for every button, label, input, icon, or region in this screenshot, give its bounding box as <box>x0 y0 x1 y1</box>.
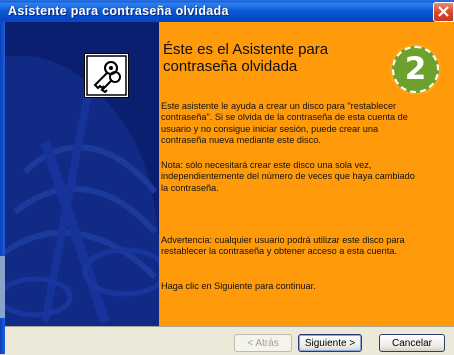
title-bar[interactable]: Asistente para contraseña olvidada <box>0 0 454 23</box>
back-button[interactable]: < Atrás <box>234 334 292 352</box>
step-badge: 2 <box>392 46 439 93</box>
continue-text: Haga clic en Siguiente para continuar. <box>161 281 316 291</box>
wizard-side-panel <box>5 22 159 326</box>
wizard-window: Asistente para contraseña olvidada Éste … <box>0 0 454 355</box>
window-title: Asistente para contraseña olvidada <box>8 4 229 18</box>
close-button[interactable] <box>433 2 454 22</box>
wizard-button-bar: < Atrás Siguiente > Cancelar <box>5 326 454 355</box>
close-icon <box>438 6 449 17</box>
next-button[interactable]: Siguiente > <box>298 334 362 352</box>
wizard-heading: Éste es el Asistente para contraseña olv… <box>163 41 329 75</box>
warning-text: Advertencia: cualquier usuario podrá uti… <box>161 235 405 257</box>
cancel-button[interactable]: Cancelar <box>379 334 445 352</box>
side-panel-artwork <box>5 22 159 326</box>
intro-text: Este asistente le ayuda a crear un disco… <box>161 101 408 146</box>
keys-icon <box>84 53 129 98</box>
note-text: Nota: sólo necesitará crear este disco u… <box>161 160 415 193</box>
